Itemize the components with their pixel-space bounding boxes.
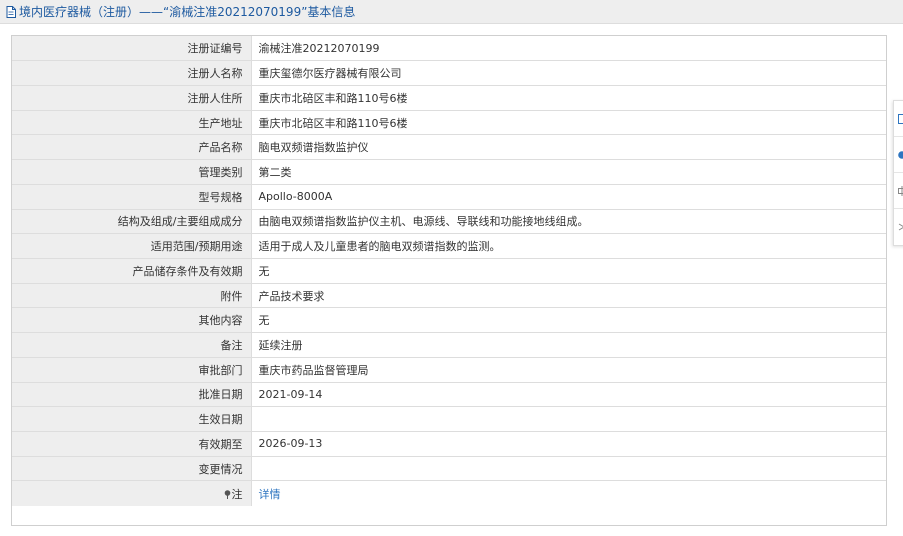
circle-icon	[898, 151, 903, 159]
row-value-intended-use: 适用于成人及儿童患者的脑电双频谱指数的监测。	[250, 233, 886, 259]
side-button-2[interactable]	[894, 137, 903, 173]
row-value-note: 详情	[250, 480, 886, 506]
row-label-model-spec: 型号规格	[12, 183, 252, 210]
row-value-registration-no: 渝械注准20212070199	[250, 36, 886, 62]
row-value-product-name: 脑电双频谱指数监护仪	[250, 134, 886, 161]
table-row: 生产地址 重庆市北碚区丰和路110号6楼	[12, 109, 886, 136]
row-label-changes: 变更情况	[12, 455, 252, 482]
row-label-registrant-name: 注册人名称	[12, 60, 252, 86]
table-row: 型号规格 Apollo-8000A	[12, 183, 886, 210]
row-value-storage: 无	[250, 257, 886, 284]
row-label-valid-until: 有效期至	[12, 431, 252, 457]
table-row: 结构及组成/主要组成成分 由脑电双频谱指数监护仪主机、电源线、导联线和功能接地线…	[12, 208, 886, 235]
row-value-other: 无	[250, 307, 886, 334]
row-value-management-class: 第二类	[250, 159, 886, 185]
row-value-model-spec: Apollo-8000A	[250, 183, 886, 210]
page-header: 境内医疗器械（注册）——“渝械注准20212070199”基本信息	[0, 0, 903, 24]
table-row: 备注 延续注册	[12, 332, 886, 358]
row-value-changes	[250, 455, 886, 482]
side-button-3[interactable]	[894, 173, 903, 209]
table-row: 注册证编号 渝械注准20212070199	[12, 36, 886, 62]
table-row: 管理类别 第二类	[12, 159, 886, 185]
row-value-attachment: 产品技术要求	[250, 282, 886, 309]
row-value-registrant-address: 重庆市北碚区丰和路110号6楼	[250, 84, 886, 111]
row-value-approval-date: 2021-09-14	[250, 381, 886, 408]
row-label-approval-date: 批准日期	[12, 381, 252, 408]
table-row: 有效期至 2026-09-13	[12, 431, 886, 457]
table-row: 审批部门 重庆市药品监督管理局	[12, 356, 886, 383]
tag-icon	[898, 186, 903, 196]
row-label-registration-no: 注册证编号	[12, 36, 252, 62]
row-value-registrant-name: 重庆玺德尔医疗器械有限公司	[250, 60, 886, 86]
table-row: 其他内容 无	[12, 307, 886, 334]
row-value-valid-until: 2026-09-13	[250, 431, 886, 457]
side-button-4[interactable]	[894, 209, 903, 245]
row-label-registrant-address: 注册人住所	[12, 84, 252, 111]
table-row: 注册人住所 重庆市北碚区丰和路110号6楼	[12, 84, 886, 111]
row-value-remark: 延续注册	[250, 332, 886, 358]
pin-icon	[224, 489, 230, 499]
row-label-storage: 产品储存条件及有效期	[12, 257, 252, 284]
side-button-1[interactable]	[894, 101, 903, 137]
row-label-effective-date: 生效日期	[12, 406, 252, 432]
table-row: 适用范围/预期用途 适用于成人及儿童患者的脑电双频谱指数的监测。	[12, 233, 886, 259]
table-row: 附件 产品技术要求	[12, 282, 886, 309]
square-icon	[898, 114, 903, 124]
table-row: 生效日期	[12, 406, 886, 432]
row-label-management-class: 管理类别	[12, 159, 252, 185]
row-value-approval-dept: 重庆市药品监督管理局	[250, 356, 886, 383]
table-row: 产品储存条件及有效期 无	[12, 257, 886, 284]
row-value-effective-date	[250, 406, 886, 432]
row-label-structure: 结构及组成/主要组成成分	[12, 208, 252, 235]
row-label-remark: 备注	[12, 332, 252, 358]
table-row: 注册人名称 重庆玺德尔医疗器械有限公司	[12, 60, 886, 86]
row-label-production-address: 生产地址	[12, 109, 252, 136]
table-row: 批准日期 2021-09-14	[12, 381, 886, 408]
row-label-approval-dept: 审批部门	[12, 356, 252, 383]
row-label-intended-use: 适用范围/预期用途	[12, 233, 252, 259]
table-row: 注 详情	[12, 480, 886, 506]
page-title: 境内医疗器械（注册）——“渝械注准20212070199”基本信息	[19, 5, 356, 19]
row-value-structure: 由脑电双频谱指数监护仪主机、电源线、导联线和功能接地线组成。	[250, 208, 886, 235]
table-row: 变更情况	[12, 455, 886, 482]
arrow-icon	[898, 223, 903, 231]
note-label: 注	[231, 487, 243, 501]
info-table-container: 注册证编号 渝械注准20212070199 注册人名称 重庆玺德尔医疗器械有限公…	[11, 35, 887, 526]
row-label-attachment: 附件	[12, 282, 252, 309]
details-link[interactable]: 详情	[259, 488, 281, 501]
table-row: 产品名称 脑电双频谱指数监护仪	[12, 134, 886, 161]
info-table: 注册证编号 渝械注准20212070199 注册人名称 重庆玺德尔医疗器械有限公…	[12, 36, 886, 506]
row-label-other: 其他内容	[12, 307, 252, 334]
floating-side-toolbar	[893, 100, 903, 246]
document-icon	[6, 5, 16, 18]
row-label-note: 注	[12, 480, 252, 506]
row-value-production-address: 重庆市北碚区丰和路110号6楼	[250, 109, 886, 136]
row-label-product-name: 产品名称	[12, 134, 252, 161]
